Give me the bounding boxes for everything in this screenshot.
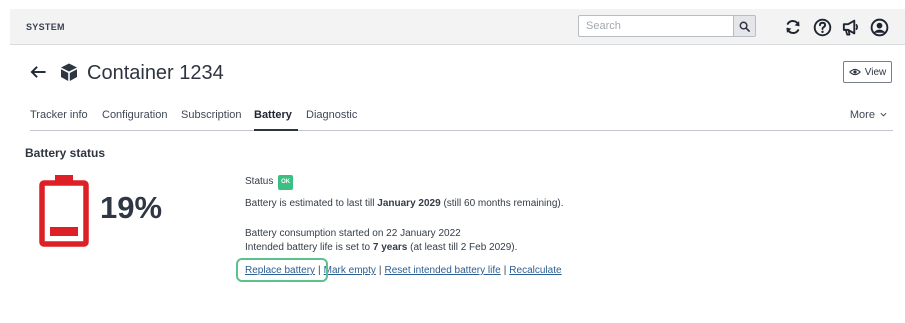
view-button[interactable]: View (843, 61, 892, 83)
estimate-prefix: Battery is estimated to last till (245, 198, 378, 209)
action-separator: | (503, 265, 507, 276)
search-icon (739, 21, 750, 32)
page-title: Container 1234 (87, 62, 224, 84)
back-arrow-icon (30, 66, 46, 78)
consumption-start-line: Battery consumption started on 22 Januar… (245, 228, 461, 239)
battery-percentage: 19% (100, 190, 163, 225)
intended-years: 7 years (372, 242, 408, 253)
intended-life-line: Intended battery life is set to 7 years … (245, 241, 517, 254)
tab-more-label: More (849, 109, 875, 121)
replace-battery-link[interactable]: Replace battery (245, 265, 315, 276)
help-icon (813, 18, 831, 36)
tab-battery[interactable]: Battery (254, 109, 292, 121)
chevron-down-icon (880, 112, 887, 117)
cube-icon (61, 63, 77, 81)
top-bar: SYSTEM (10, 9, 905, 45)
status-line: Status OK (245, 175, 294, 190)
tab-bar: Tracker info Configuration Subscription … (30, 100, 893, 131)
intended-suffix: (at least till 2 Feb 2029). (407, 242, 518, 253)
intended-prefix: Intended battery life is set to (245, 242, 373, 253)
help-button[interactable] (811, 16, 833, 38)
back-button[interactable] (30, 60, 50, 84)
section-title: Battery status (25, 146, 106, 160)
tab-more[interactable]: More (850, 109, 887, 121)
estimate-suffix: (still 60 months remaining). (440, 198, 564, 209)
tab-diagnostic[interactable]: Diagnostic (306, 109, 357, 121)
battery-icon (39, 175, 89, 247)
active-tab-indicator (254, 129, 298, 131)
search-button[interactable] (733, 15, 756, 37)
user-menu-button[interactable] (868, 16, 890, 38)
battery-actions: Replace battery | Mark empty | Reset intende… (245, 264, 562, 277)
recalculate-link[interactable]: Recalculate (509, 265, 561, 276)
mark-empty-link[interactable]: Mark empty (324, 265, 376, 276)
announcement-icon (842, 19, 858, 35)
view-button-label: View (864, 66, 887, 78)
system-label: SYSTEM (26, 22, 65, 32)
tab-tracker-info[interactable]: Tracker info (30, 109, 88, 121)
tab-configuration[interactable]: Configuration (102, 109, 167, 121)
battery-estimate-line: Battery is estimated to last till Januar… (245, 197, 564, 210)
action-separator: | (318, 265, 321, 276)
search-input[interactable] (578, 15, 733, 37)
search-box (578, 15, 756, 37)
tab-subscription[interactable]: Subscription (181, 109, 242, 121)
refresh-icon (786, 20, 800, 34)
battery-level-fill (50, 227, 78, 236)
status-label: Status (245, 176, 274, 187)
reset-intended-life-link[interactable]: Reset intended battery life (385, 265, 501, 276)
estimate-date: January 2029 (377, 198, 441, 209)
refresh-button[interactable] (782, 16, 804, 38)
status-badge: OK (278, 175, 294, 190)
announcements-button[interactable] (839, 16, 861, 38)
action-separator: | (378, 265, 382, 276)
eye-icon (848, 68, 861, 76)
user-icon (870, 18, 888, 36)
